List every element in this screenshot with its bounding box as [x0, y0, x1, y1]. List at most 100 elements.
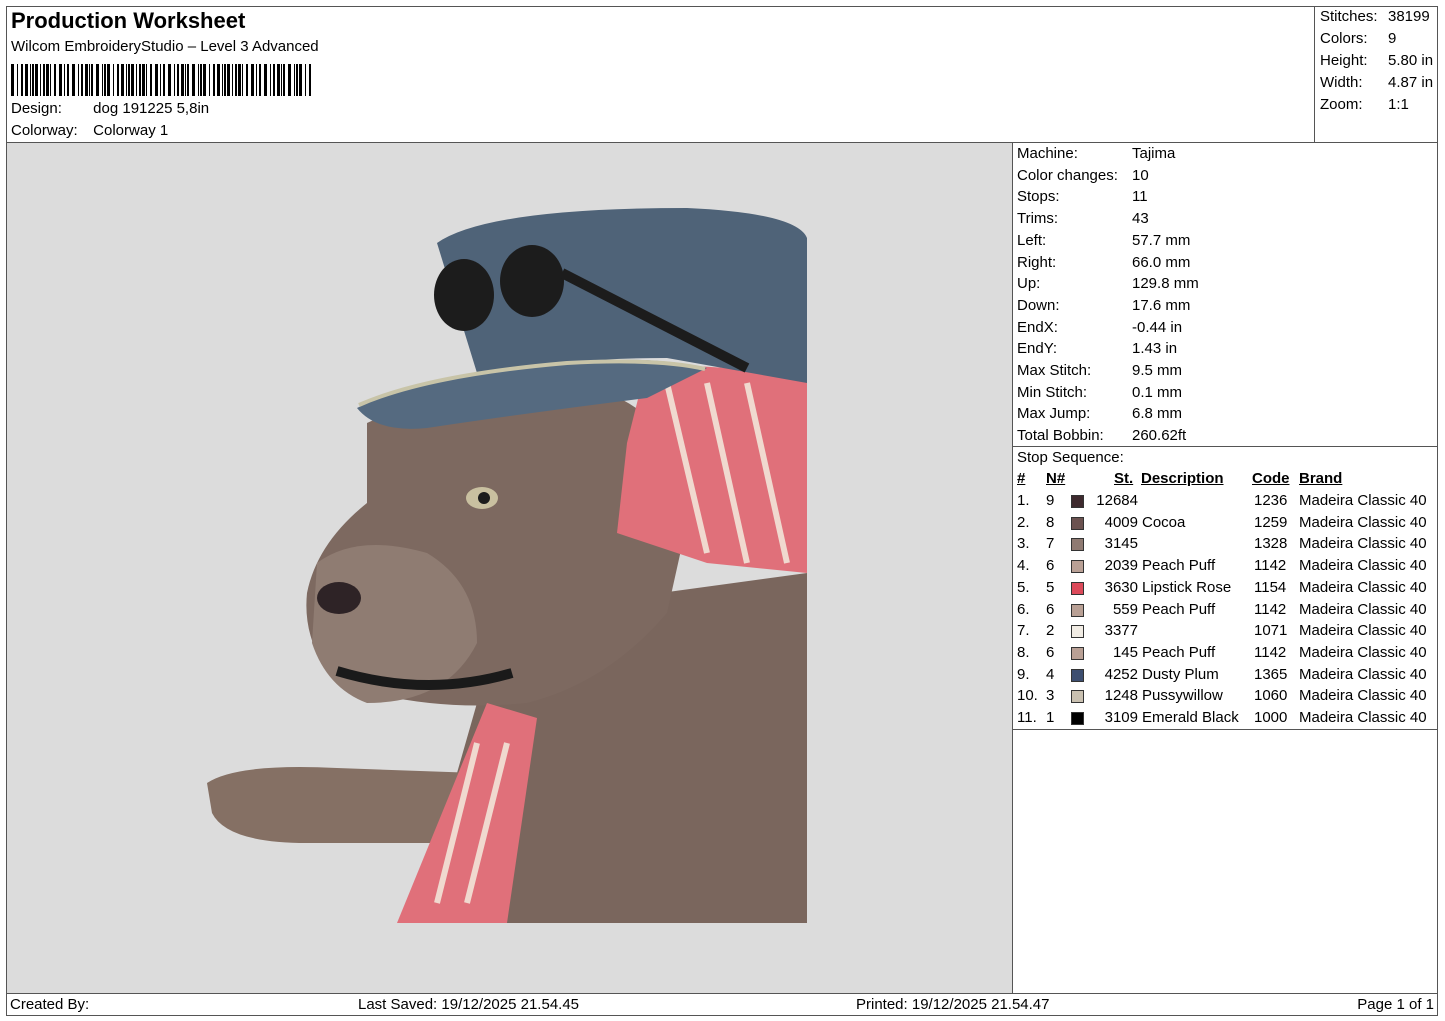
stop-brand: Madeira Classic 40	[1299, 709, 1427, 726]
page-title: Production Worksheet	[11, 8, 246, 33]
stop-description: Dusty Plum	[1142, 665, 1219, 683]
color-swatch	[1071, 668, 1084, 682]
stop-brand: Madeira Classic 40	[1299, 492, 1427, 509]
colorway-label: Colorway:	[11, 122, 78, 139]
dog-nose	[317, 582, 361, 614]
stop-needle: 6	[1046, 643, 1055, 661]
colorway-value: Colorway 1	[93, 122, 169, 139]
info-value: Tajima	[1132, 145, 1176, 162]
stop-description: Peach Puff	[1142, 557, 1216, 575]
stop-description: Pussywillow	[1142, 687, 1223, 705]
info-row: EndY: 1.43 in	[1017, 340, 1177, 357]
stop-num: 8.	[1017, 643, 1030, 661]
stop-needle: 2	[1046, 622, 1055, 640]
info-value: 6.8 mm	[1132, 405, 1183, 423]
info-row: EndX: -0.44 in	[1017, 319, 1182, 336]
stop-stitches: 12684	[1096, 492, 1138, 509]
info-value: 260.62ft	[1132, 427, 1187, 445]
stop-stitches: 4009	[1104, 513, 1138, 531]
stop-stitches: 3109	[1104, 709, 1138, 726]
color-swatch	[1071, 538, 1084, 552]
sunglasses-lens-left	[434, 259, 494, 331]
stop-row: 9. 4 4252 Dusty Plum 1365 Madeira Classic 40	[1013, 666, 1438, 688]
stop-row: 5. 5 3630 Lipstick Rose 1154 Madeira Classic …	[1013, 579, 1438, 601]
stop-row: 1. 9 12684 1236 Madeira Classic 40	[1013, 492, 1438, 514]
stat-width: Width: 4.87 in	[1320, 74, 1434, 91]
info-label: Total Bobbin:	[1017, 427, 1104, 445]
stop-needle: 9	[1046, 492, 1055, 509]
stop-needle: 4	[1046, 665, 1055, 683]
stop-row: 6. 6 559 Peach Puff 1142 Madeira Classic 40	[1013, 601, 1438, 623]
info-row: Machine: Tajima	[1017, 145, 1175, 162]
header-stitches: St.	[1114, 470, 1134, 487]
info-value: 11	[1132, 188, 1148, 206]
info-label: Up:	[1017, 275, 1041, 293]
stop-description: Cocoa	[1142, 513, 1186, 531]
stop-code: 1000	[1254, 709, 1288, 726]
stop-row: 4. 6 2039 Peach Puff 1142 Madeira Classic 40	[1013, 557, 1438, 579]
stop-code: 1328	[1254, 535, 1288, 553]
info-row: Min Stitch: 0.1 mm	[1017, 384, 1182, 401]
stat-height: Height: 5.80 in	[1320, 52, 1434, 69]
info-value: 66.0 mm	[1132, 253, 1191, 271]
worksheet-footer: Created By: Last Saved: 19/12/2025 21.54…	[6, 993, 1438, 1016]
design-label: Design:	[11, 100, 62, 117]
stop-num: 4.	[1017, 557, 1030, 575]
colorway-row: Colorway: Colorway 1	[11, 122, 168, 139]
info-label: Trims:	[1017, 210, 1059, 228]
stop-brand: Madeira Classic 40	[1299, 643, 1427, 661]
stop-sequence-caption: Stop Sequence:	[1017, 449, 1124, 466]
sunglasses-lens-right	[500, 245, 564, 317]
barcode	[11, 64, 311, 96]
stop-description: Emerald Black	[1142, 709, 1239, 726]
stop-num: 10.	[1017, 687, 1038, 705]
info-row: Max Jump: 6.8 mm	[1017, 405, 1182, 422]
stat-colors: Colors: 9	[1320, 30, 1397, 47]
info-label: Left:	[1017, 231, 1047, 249]
stop-row: 2. 8 4009 Cocoa 1259 Madeira Classic 40	[1013, 514, 1438, 536]
stop-needle: 5	[1046, 578, 1055, 596]
stop-stitches: 3145	[1104, 535, 1138, 553]
stop-num: 2.	[1017, 513, 1030, 531]
design-preview	[7, 143, 1013, 993]
info-row: Stops: 11	[1017, 188, 1148, 205]
stop-code: 1142	[1254, 600, 1287, 618]
stop-row: 11. 1 3109 Emerald Black 1000 Madeira Classic…	[1013, 709, 1438, 731]
info-row: Down: 17.6 mm	[1017, 297, 1190, 314]
embroidery-dog-illustration	[207, 208, 807, 923]
stop-code: 1365	[1254, 665, 1288, 683]
stop-num: 6.	[1017, 600, 1030, 618]
stop-stitches: 2039	[1104, 557, 1138, 575]
info-row: Max Stitch: 9.5 mm	[1017, 362, 1182, 379]
header-code: Code	[1252, 470, 1290, 487]
stop-needle: 8	[1046, 513, 1055, 531]
info-label: Down:	[1017, 296, 1060, 314]
stop-row: 10. 3 1248 Pussywillow 1060 Madeira Classic 4…	[1013, 687, 1438, 709]
info-value: 10	[1132, 166, 1149, 184]
color-swatch	[1071, 646, 1084, 660]
page-number: Page 1 of 1	[1357, 996, 1434, 1013]
stat-stitches: Stitches: 38199	[1320, 8, 1430, 25]
stop-stitches: 4252	[1104, 665, 1138, 683]
stop-stitches: 3377	[1104, 622, 1138, 640]
stop-num: 11.	[1017, 709, 1037, 726]
stop-needle: 6	[1046, 600, 1055, 618]
printed-date: Printed: 19/12/2025 21.54.47	[856, 996, 1050, 1013]
info-row: Right: 66.0 mm	[1017, 254, 1190, 271]
info-value: 17.6 mm	[1132, 296, 1191, 314]
stop-description: Lipstick Rose	[1142, 578, 1232, 596]
machine-info: Machine: Tajima Color changes: 10 Stops: 11 Tr…	[1013, 143, 1438, 447]
stop-stitches: 145	[1112, 643, 1138, 661]
stop-num: 5.	[1017, 578, 1030, 596]
info-value: 129.8 mm	[1132, 275, 1199, 293]
stop-description: Peach Puff	[1142, 643, 1216, 661]
stop-row: 3. 7 3145 1328 Madeira Classic 40	[1013, 535, 1438, 557]
stop-brand: Madeira Classic 40	[1299, 622, 1427, 640]
stop-stitches: 1248	[1104, 687, 1138, 705]
dog-pupil	[478, 492, 490, 504]
info-label: Min Stitch:	[1017, 383, 1088, 401]
stop-brand: Madeira Classic 40	[1299, 600, 1427, 618]
info-value: 9.5 mm	[1132, 362, 1183, 379]
stop-brand: Madeira Classic 40	[1299, 535, 1427, 553]
color-swatch	[1071, 560, 1084, 574]
